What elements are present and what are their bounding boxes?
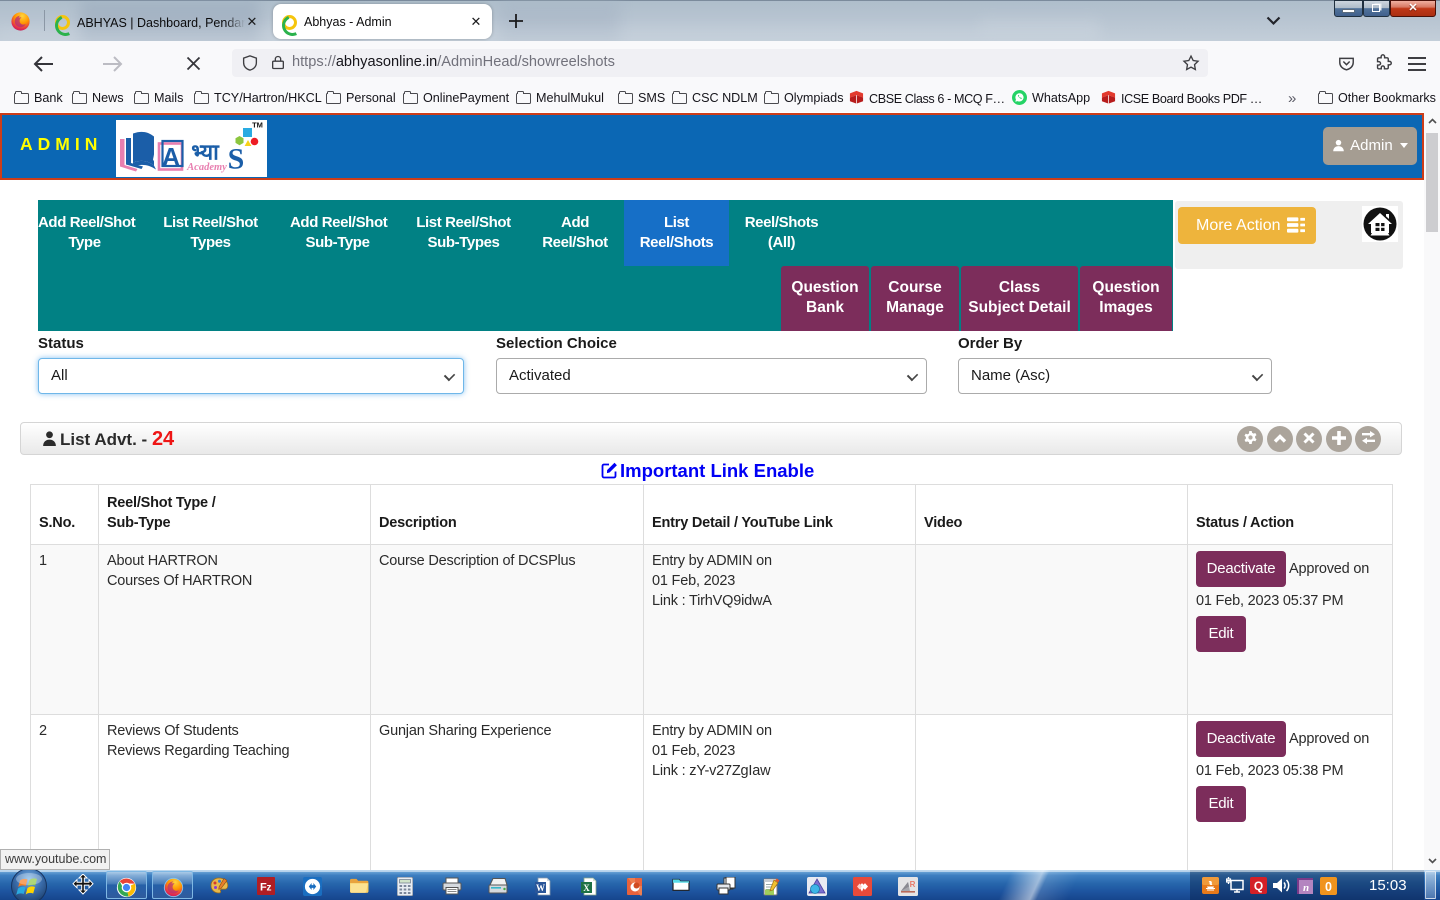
svg-text:R: R (910, 880, 916, 889)
svg-text:n: n (1303, 882, 1309, 894)
svg-text:भ्या: भ्या (191, 140, 220, 165)
svg-text:X: X (583, 883, 590, 893)
svg-text:S: S (228, 143, 245, 176)
svg-text:A: A (162, 144, 180, 172)
svg-text:0: 0 (1325, 880, 1332, 894)
svg-text:Q: Q (1254, 879, 1263, 893)
svg-text:z: z (267, 883, 272, 894)
svg-text:W: W (536, 883, 545, 893)
svg-text:Academy: Academy (186, 162, 227, 173)
svg-text:TM: TM (252, 121, 263, 130)
